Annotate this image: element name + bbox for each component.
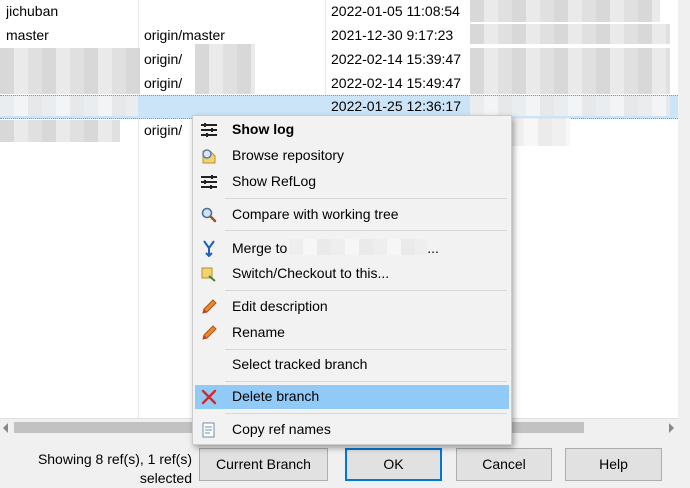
scroll-right-icon[interactable] [669,423,674,433]
menu-item-copy-ref-names[interactable]: Copy ref names [195,418,509,442]
menu-label: Rename [232,324,285,340]
menu-item-delete-branch[interactable]: Delete branch [195,385,509,409]
branch-name: jichuban [6,3,59,19]
menu-label: Switch/Checkout to this... [232,265,390,281]
cancel-button[interactable]: Cancel [456,448,552,481]
menu-separator [225,230,507,231]
copy-document-icon [202,422,215,438]
status-line: Showing 8 ref(s), 1 ref(s) [37,451,192,467]
menu-separator [225,290,507,291]
menu-item-merge-to[interactable]: Merge to... [195,236,509,260]
current-branch-button[interactable]: Current Branch [199,448,328,481]
menu-separator [225,198,507,199]
redacted-region [470,24,670,44]
last-modified: 2022-01-05 11:08:54 [331,3,460,19]
status-line: selected [139,470,192,486]
redacted-region [195,44,255,94]
vertical-scrollbar[interactable] [678,0,690,418]
redacted-region [0,96,138,116]
menu-item-show-reflog[interactable]: Show RefLog [195,170,509,194]
pencil-icon [202,325,217,340]
menu-label: Browse repository [232,147,345,163]
redacted-region [470,96,670,116]
merge-icon [203,240,215,257]
last-modified: 2022-01-25 12:36:17 [331,98,461,114]
menu-item-edit-description[interactable]: Edit description [195,295,509,319]
last-modified: 2022-02-14 15:39:47 [331,51,461,67]
menu-item-switch-checkout[interactable]: Switch/Checkout to this... [195,262,509,286]
menu-label: Compare with working tree [232,206,399,222]
menu-item-browse-repository[interactable]: Browse repository [195,144,509,168]
redacted-region [0,48,140,94]
scroll-left-icon[interactable] [3,423,8,433]
menu-label: Edit description [232,298,328,314]
menu-item-compare-working-tree[interactable]: Compare with working tree [195,203,509,227]
redacted-region [0,120,120,142]
redacted-region [470,48,670,94]
delete-x-icon [201,389,217,405]
redacted-region [510,118,570,146]
redacted-region [470,0,660,22]
reflog-icon [201,175,217,189]
menu-label: Show RefLog [232,173,317,189]
help-button[interactable]: Help [565,448,662,481]
context-menu: Show log Browse repository Show RefLog C… [192,115,512,445]
menu-label: Delete branch [232,388,320,404]
menu-label: Show log [232,121,295,137]
menu-separator [225,381,507,382]
last-modified: 2022-02-14 15:49:47 [331,75,461,91]
log-lines-icon [201,123,217,137]
menu-label: Select tracked branch [232,356,368,372]
menu-item-show-log[interactable]: Show log [195,118,509,142]
checkout-icon [201,267,216,282]
pencil-icon [202,299,217,314]
status-text: Showing 8 ref(s), 1 ref(s) selected [22,450,192,488]
ok-button[interactable]: OK [345,448,442,481]
redacted-branch [289,239,428,255]
menu-label: Copy ref names [232,421,331,437]
menu-item-rename[interactable]: Rename [195,321,509,345]
last-modified: 2021-12-30 9:17:23 [331,27,454,43]
merge-to-text: Merge to [232,240,288,256]
menu-separator [225,349,507,350]
branch-name: master [6,27,49,43]
repository-icon [202,149,216,164]
menu-label: Merge to... [232,239,439,256]
merge-suffix: ... [427,240,439,256]
menu-separator [225,413,507,414]
magnifier-icon [201,207,217,223]
tracked-branch: origin/master [144,27,225,43]
menu-item-select-tracked-branch[interactable]: Select tracked branch [195,353,509,377]
